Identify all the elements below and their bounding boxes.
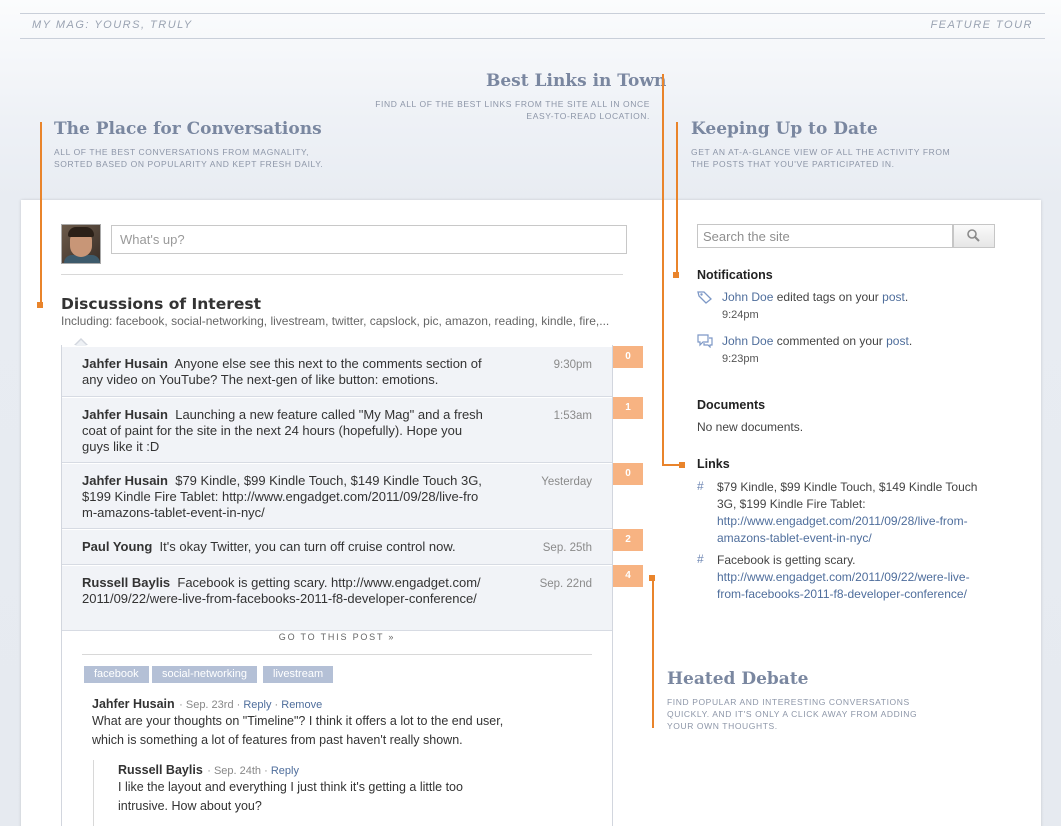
- discussion-time: Yesterday: [541, 476, 592, 488]
- guide-line-notifications: [676, 122, 678, 274]
- hash-icon: #: [697, 552, 704, 566]
- notification-time: 9:24pm: [722, 309, 759, 321]
- goto-divider: [82, 654, 592, 655]
- reply-thread-line: [93, 760, 94, 826]
- discussion-author[interactable]: Jahfer Husain: [82, 407, 168, 422]
- comment-header: Russell Baylis · Sep. 24th · Reply: [118, 763, 299, 777]
- comment-count-badge[interactable]: 4: [613, 565, 643, 587]
- documents-title: Documents: [697, 398, 766, 412]
- tag-social-networking[interactable]: social-networking: [152, 666, 257, 683]
- search-input[interactable]: [697, 224, 953, 248]
- discussion-author[interactable]: Jahfer Husain: [82, 473, 168, 488]
- feature-up-to-date-title: Keeping Up to Date: [691, 119, 878, 139]
- discussion-author[interactable]: Paul Young: [82, 539, 152, 554]
- discussion-item[interactable]: Jahfer Husain Launching a new feature ca…: [62, 397, 612, 463]
- feature-conversations-desc: ALL OF THE BEST CONVERSATIONS FROM MAGNA…: [54, 147, 324, 169]
- discussion-author[interactable]: Jahfer Husain: [82, 356, 168, 371]
- brand-title[interactable]: MY MAG: YOURS, TRULY: [32, 19, 193, 31]
- discussions-title: Discussions of Interest: [61, 295, 262, 313]
- notification-user[interactable]: John Doe: [722, 334, 773, 348]
- comment-icon: [697, 334, 713, 353]
- feature-debate-desc: FIND POPULAR AND INTERESTING CONVERSATIO…: [667, 697, 918, 731]
- tag-icon: [697, 290, 713, 309]
- discussion-time: 9:30pm: [553, 359, 592, 371]
- feature-conversations-title: The Place for Conversations: [54, 119, 322, 139]
- link-url[interactable]: http://www.engadget.com/2011/09/28/live-…: [717, 513, 977, 530]
- tag-facebook[interactable]: facebook: [84, 666, 149, 683]
- guide-dot-links: [679, 462, 685, 468]
- comment-date: Sep. 24th: [213, 765, 262, 777]
- discussion-time: 1:53am: [553, 410, 592, 422]
- feature-debate-title: Heated Debate: [667, 669, 809, 689]
- discussion-item[interactable]: Jahfer Husain $79 Kindle, $99 Kindle Tou…: [62, 463, 612, 529]
- notification-time: 9:23pm: [722, 353, 759, 365]
- discussion-time: Sep. 25th: [542, 542, 592, 554]
- search-icon: [967, 229, 980, 242]
- guide-line-debate: [652, 578, 654, 728]
- discussion-item[interactable]: Paul Young It's okay Twitter, you can tu…: [62, 529, 612, 565]
- discussion-item[interactable]: Jahfer Husain Anyone else see this next …: [62, 346, 612, 397]
- notification-user[interactable]: John Doe: [722, 290, 773, 304]
- guide-line-links: [662, 74, 664, 464]
- comment-author[interactable]: Russell Baylis: [118, 763, 203, 777]
- comment-author[interactable]: Jahfer Husain: [92, 697, 175, 711]
- remove-link[interactable]: Remove: [281, 699, 322, 711]
- notifications-title: Notifications: [697, 268, 773, 282]
- discussions-subtitle: Including: facebook, social-networking, …: [61, 314, 610, 328]
- link-item[interactable]: $79 Kindle, $99 Kindle Touch, $149 Kindl…: [717, 479, 977, 547]
- links-title: Links: [697, 457, 730, 471]
- notification-item[interactable]: John Doe edited tags on your post.: [722, 290, 908, 304]
- notification-target[interactable]: post: [886, 334, 909, 348]
- search-button[interactable]: [953, 224, 995, 248]
- discussion-time: Sep. 22nd: [539, 578, 592, 590]
- reply-link[interactable]: Reply: [271, 765, 299, 777]
- link-url[interactable]: from-facebooks-2011-f8-developer-confere…: [717, 586, 970, 603]
- tag-livestream[interactable]: livestream: [263, 666, 334, 683]
- documents-empty: No new documents.: [697, 420, 804, 434]
- reply-link[interactable]: Reply: [243, 699, 271, 711]
- comment-header: Jahfer Husain · Sep. 23rd · Reply · Remo…: [92, 697, 323, 711]
- avatar[interactable]: [61, 224, 101, 264]
- feature-tour-link[interactable]: FEATURE TOUR: [930, 19, 1033, 31]
- notification-target[interactable]: post: [882, 290, 905, 304]
- guide-dot-conversations: [37, 302, 43, 308]
- hash-icon: #: [697, 479, 704, 493]
- discussion-author[interactable]: Russell Baylis: [82, 575, 170, 590]
- top-bar: MY MAG: YOURS, TRULY FEATURE TOUR: [20, 13, 1045, 39]
- feature-best-links-desc: FIND ALL OF THE BEST LINKS FROM THE SITE…: [375, 99, 650, 121]
- status-input[interactable]: [111, 225, 627, 254]
- comment-count-badge[interactable]: 1: [613, 397, 643, 419]
- feature-best-links-title: Best Links in Town: [486, 71, 667, 91]
- comment-count-badge[interactable]: 2: [613, 529, 643, 551]
- comment-body: I like the layout and everything I just …: [118, 780, 463, 813]
- guide-dot-notifications: [673, 272, 679, 278]
- feature-up-to-date-desc: GET AN AT-A-GLANCE VIEW OF ALL THE ACTIV…: [691, 147, 951, 169]
- discussion-item[interactable]: Russell Baylis Facebook is getting scary…: [62, 565, 612, 631]
- link-item[interactable]: Facebook is getting scary. http://www.en…: [717, 552, 970, 603]
- comment-date: Sep. 23rd: [185, 699, 234, 711]
- notification-item[interactable]: John Doe commented on your post.: [722, 334, 912, 348]
- comment-body: What are your thoughts on "Timeline"? I …: [92, 714, 504, 747]
- link-url[interactable]: http://www.engadget.com/2011/09/22/were-…: [717, 569, 970, 586]
- link-url[interactable]: amazons-tablet-event-in-nyc/: [717, 530, 977, 547]
- go-to-post-link[interactable]: GO TO THIS POST »: [62, 632, 612, 642]
- comment-count-badge[interactable]: 0: [613, 346, 643, 368]
- comment-count-badge[interactable]: 0: [613, 463, 643, 485]
- composer-divider: [61, 274, 623, 275]
- guide-line-conversations: [40, 122, 42, 302]
- guide-dot-debate: [649, 575, 655, 581]
- discussion-text: It's okay Twitter, you can turn off crui…: [159, 539, 456, 554]
